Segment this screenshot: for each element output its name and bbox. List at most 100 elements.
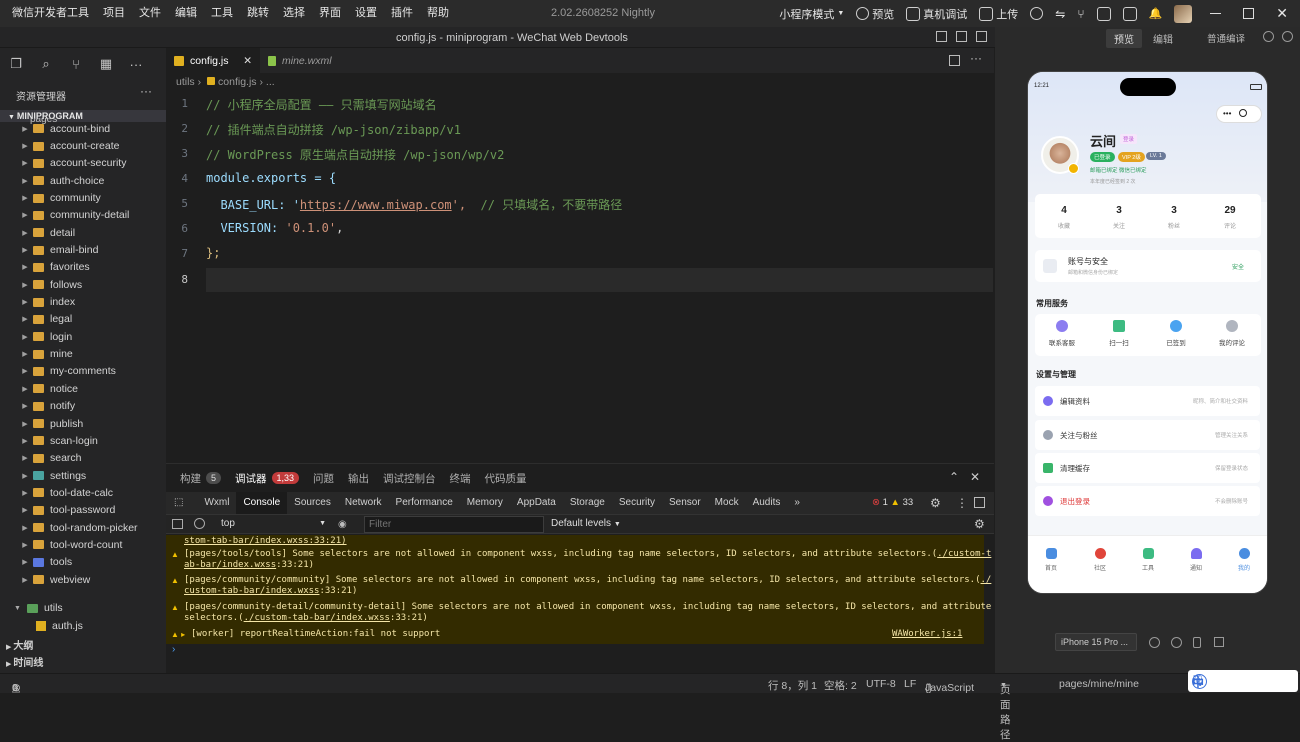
inspect-icon[interactable]: ⬚ — [166, 492, 197, 514]
menu-project[interactable]: 项目 — [96, 0, 132, 27]
settings-row-follows[interactable]: 关注与粉丝 管理关注关系 — [1035, 420, 1260, 450]
close-panel-icon[interactable]: ✕ — [970, 470, 980, 484]
layout-button[interactable] — [1096, 6, 1111, 21]
clear-console-icon[interactable] — [194, 518, 205, 529]
more-actions-icon[interactable]: ··· — [970, 51, 982, 65]
nav-tools[interactable]: 工具 — [1133, 548, 1163, 572]
menu-plugins[interactable]: 插件 — [384, 0, 420, 27]
folder-tool-random-picker[interactable]: ▶ tool-random-picker — [0, 519, 166, 536]
compile-select[interactable]: 普通编译 — [1207, 31, 1245, 45]
minimize-button[interactable] — [1210, 13, 1222, 14]
folder-publish[interactable]: ▶ publish — [0, 415, 166, 432]
folder-favorites[interactable]: ▶ favorites — [0, 259, 166, 276]
close-window-button[interactable]: ✕ — [1276, 5, 1288, 22]
refresh-icon[interactable] — [1263, 31, 1274, 42]
folder-community[interactable]: ▶ community — [0, 189, 166, 206]
console-filter-input[interactable] — [364, 516, 544, 533]
details-button[interactable] — [1122, 6, 1137, 21]
notification-button[interactable]: 🔔 — [1149, 7, 1163, 20]
menu-view[interactable]: 界面 — [312, 0, 348, 27]
service-scan[interactable]: 扫一扫 — [1099, 320, 1139, 347]
stat-comments[interactable]: 29 评论 — [1205, 205, 1255, 230]
code-editor[interactable]: 1 2 3 4 5 6 7 8 // 小程序全局配置 —— 只需填写网站域名 /… — [166, 91, 994, 461]
service-checked-in[interactable]: 已签到 — [1156, 320, 1196, 347]
folder-tool-word-count[interactable]: ▶ tool-word-count — [0, 536, 166, 553]
error-count[interactable]: ⊗ 1 ▲ 33 — [872, 497, 913, 508]
folder-follows[interactable]: ▶ follows — [0, 276, 166, 293]
log-source-link[interactable]: WAWorker.js:1 — [892, 629, 962, 639]
devtools-tab-storage[interactable]: Storage — [563, 492, 612, 514]
menu-edit[interactable]: 编辑 — [168, 0, 204, 27]
sidebar-toggle-icon[interactable] — [172, 519, 183, 529]
chevron-up-icon[interactable]: ⌃ — [949, 470, 959, 484]
record-icon[interactable] — [1171, 637, 1182, 648]
real-debug-button[interactable]: 真机调试 — [906, 6, 967, 22]
stat-followers[interactable]: 3 粉丝 — [1149, 205, 1199, 230]
toggle-sidebar-icon[interactable] — [936, 31, 947, 42]
page-path-value[interactable]: pages/mine/mine — [1059, 678, 1139, 690]
branch-button[interactable]: ⑂ — [1077, 7, 1084, 21]
tab-debug-console[interactable]: 调试控制台 — [383, 471, 436, 486]
devtools-tab-sources[interactable]: Sources — [287, 492, 338, 514]
dock-icon[interactable] — [974, 497, 985, 508]
log-source-link[interactable]: custom-tab-bar/index.wxss — [184, 586, 319, 596]
nav-home[interactable]: 首页 — [1036, 548, 1066, 572]
folder-index[interactable]: ▶ index — [0, 293, 166, 310]
log-source-link[interactable]: ./ — [981, 575, 992, 585]
tab-build[interactable]: 构建 5 — [180, 471, 222, 486]
breadcrumb-symbol[interactable]: ... — [266, 76, 275, 88]
toggle-panel-icon[interactable] — [956, 31, 967, 42]
folder-auth-choice[interactable]: ▶ auth-choice — [0, 172, 166, 189]
indentation[interactable]: 空格: 2 — [824, 678, 857, 693]
mode-select[interactable]: 小程序模式 ▼ — [779, 6, 844, 22]
folder-settings[interactable]: ▶ settings — [0, 467, 166, 484]
devtools-tab-network[interactable]: Network — [338, 492, 389, 514]
devtools-tab-audits[interactable]: Audits — [746, 492, 788, 514]
log-source-link[interactable]: ./custom-tab-bar/index.wxss — [244, 613, 390, 623]
folder-tool-password[interactable]: ▶ tool-password — [0, 502, 166, 519]
search-icon[interactable]: ⌕ — [38, 56, 54, 72]
tab-problems[interactable]: 问题 — [313, 471, 334, 486]
service-my-comments[interactable]: 我的评论 — [1212, 320, 1252, 347]
cursor-position[interactable]: 行 8，列 1 — [768, 678, 817, 693]
tab-terminal[interactable]: 终端 — [450, 471, 471, 486]
kebab-icon[interactable]: ⋮ — [956, 496, 968, 510]
version-manage-button[interactable]: ⇋ — [1055, 7, 1065, 21]
rotate-icon[interactable] — [1149, 637, 1160, 648]
menu-help[interactable]: 帮助 — [420, 0, 456, 27]
folder-account-create[interactable]: ▶ account-create — [0, 137, 166, 154]
sim-tab-edit[interactable]: 编辑 — [1153, 31, 1173, 46]
log-levels-select[interactable]: Default levels ▼ — [551, 518, 621, 529]
settings-row-edit-profile[interactable]: 编辑资料 昵称、简介和社交资料 — [1035, 386, 1260, 416]
security-card[interactable]: 账号与安全 邮箱和微信身份已绑定 安全 — [1035, 250, 1261, 282]
menu-goto[interactable]: 跳转 — [240, 0, 276, 27]
folder-community-detail[interactable]: ▶ community-detail — [0, 207, 166, 224]
more-tabs-icon[interactable]: » — [787, 492, 807, 514]
tab-output[interactable]: 输出 — [348, 471, 369, 486]
cloud-button[interactable] — [1030, 7, 1044, 20]
context-select[interactable]: top ▼ — [221, 518, 326, 529]
folder-my-comments[interactable]: ▶ my-comments — [0, 363, 166, 380]
extensions-icon[interactable]: ▦ — [98, 56, 114, 72]
gear-icon[interactable]: ⚙ — [930, 496, 941, 510]
log-source-link[interactable]: stom-tab-bar/index.wxss:33:21) — [184, 536, 347, 546]
folder-account-bind[interactable]: ▶ account-bind — [0, 120, 166, 137]
folder-scan-login[interactable]: ▶ scan-login — [0, 432, 166, 449]
folder-notify[interactable]: ▶ notify — [0, 398, 166, 415]
devtools-tab-console[interactable]: Console — [236, 492, 288, 514]
capsule-menu[interactable]: ••• — [1216, 105, 1262, 123]
menu-app[interactable]: 微信开发者工具 — [0, 0, 96, 27]
source-control-icon[interactable]: ⑂ — [68, 56, 84, 72]
toggle-simulator-icon[interactable] — [976, 31, 987, 42]
avatar[interactable] — [1174, 4, 1193, 23]
nav-community[interactable]: 社区 — [1085, 548, 1115, 572]
console-prompt-icon[interactable]: › — [172, 644, 175, 655]
upload-button[interactable]: 上传 — [979, 6, 1018, 22]
utils-folder[interactable]: ▼ utils — [0, 602, 166, 614]
console-settings-icon[interactable]: ⚙ — [974, 517, 985, 531]
split-editor-icon[interactable] — [949, 55, 960, 66]
menu-file[interactable]: 文件 — [132, 0, 168, 27]
menu-tools[interactable]: 工具 — [204, 0, 240, 27]
folder-email-bind[interactable]: ▶ email-bind — [0, 241, 166, 258]
files-icon[interactable]: ❐ — [8, 56, 24, 72]
